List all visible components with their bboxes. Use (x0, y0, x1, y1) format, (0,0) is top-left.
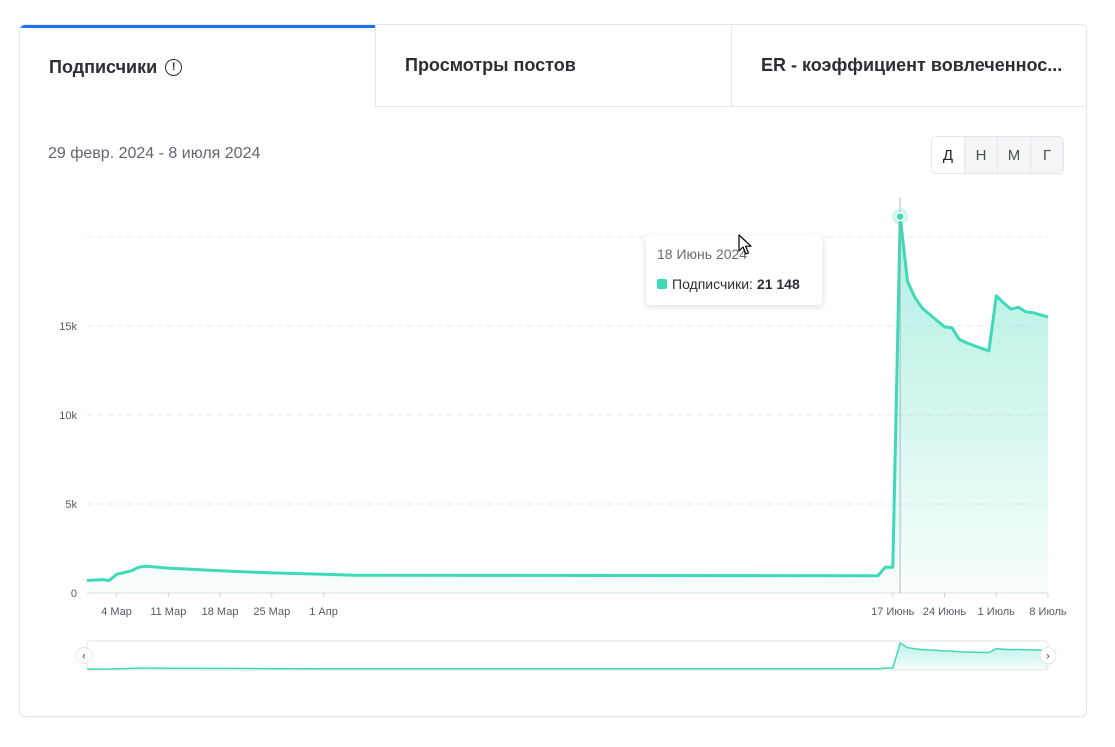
series-line (86, 215, 1049, 582)
navigator-right-handle[interactable]: › (1039, 647, 1057, 664)
info-icon[interactable]: ! (165, 59, 183, 76)
period-day-button[interactable]: Д (932, 137, 964, 173)
period-switch: Д Н М Г (931, 136, 1064, 174)
x-tick-label: 11 Мар (150, 606, 186, 618)
subscribers-area-chart[interactable]: 0 5k 10k 15k 4 Мар 11 Мар 18 Мар 25 Мар 1 Апр 17… (20, 25, 1086, 716)
metric-tabs: Подписчики ! Просмотры постов ER - коэфф… (20, 25, 1086, 108)
range-navigator: ‹ › (75, 640, 1057, 671)
navigator-area-fill (87, 643, 1048, 670)
navigator-line (86, 641, 1049, 670)
navigator-left-chevron-icon: ‹ (82, 651, 86, 663)
navigator-right-chevron-icon: › (1046, 651, 1050, 663)
y-axis: 0 5k 10k 15k (59, 321, 77, 600)
date-range: 29 февр. 2024 - 8 июля 2024 (48, 145, 261, 162)
tooltip-series-row: Подписчики: 21 148 (657, 276, 800, 292)
subscribers-chart-card: Подписчики ! Просмотры постов ER - коэфф… (19, 24, 1087, 717)
y-tick-label: 0 (71, 588, 77, 600)
x-tick-label: 8 Июль (1029, 606, 1067, 618)
navigator-left-handle[interactable]: ‹ (75, 647, 93, 664)
hover-point-halo (892, 208, 909, 225)
period-month-button[interactable]: М (997, 137, 1030, 173)
period-year-button[interactable]: Г (1030, 137, 1063, 173)
series-area-fill (87, 216, 1048, 593)
tab-subscribers[interactable]: Подписчики ! (20, 25, 376, 107)
x-tick-label: 4 Мар (101, 606, 132, 618)
x-axis: 4 Мар 11 Мар 18 Мар 25 Мар 1 Апр 17 Июнь 24 Ию… (101, 593, 1067, 618)
tooltip-series-swatch (657, 279, 667, 289)
chart-tooltip: 18 Июнь 2024 Подписчики: 21 148 (646, 235, 822, 305)
chart-grid (87, 236, 1048, 594)
hover-point (895, 211, 905, 222)
navigator-track (86, 640, 1049, 671)
y-tick-label: 5k (65, 499, 77, 511)
tab-engagement-rate[interactable]: ER - коэффициент вовлеченнос... (731, 25, 1086, 107)
x-tick-label: 1 Июль (978, 606, 1016, 618)
tooltip-series-label: Подписчики: (672, 276, 753, 292)
x-tick-label: 17 Июнь (871, 606, 915, 618)
navigator-right-knob (1039, 647, 1057, 664)
y-tick-label: 15k (59, 321, 77, 333)
tab-subscribers-label: Подписчики (49, 57, 158, 77)
tab-post-views[interactable]: Просмотры постов (375, 25, 732, 107)
tab-post-views-label: Просмотры постов (405, 55, 576, 75)
tooltip-date: 18 Июнь 2024 (657, 246, 748, 262)
y-tick-label: 10k (59, 410, 77, 422)
navigator-left-knob (75, 647, 93, 664)
x-tick-label: 24 Июнь (923, 606, 967, 618)
period-week-button[interactable]: Н (964, 137, 997, 173)
x-tick-label: 1 Апр (309, 606, 338, 618)
tab-engagement-rate-label: ER - коэффициент вовлеченнос... (761, 55, 1063, 75)
mouse-cursor-icon (738, 234, 752, 255)
x-tick-label: 18 Мар (202, 606, 239, 618)
tooltip-series-value: 21 148 (756, 276, 800, 292)
x-tick-label: 25 Мар (253, 606, 290, 618)
